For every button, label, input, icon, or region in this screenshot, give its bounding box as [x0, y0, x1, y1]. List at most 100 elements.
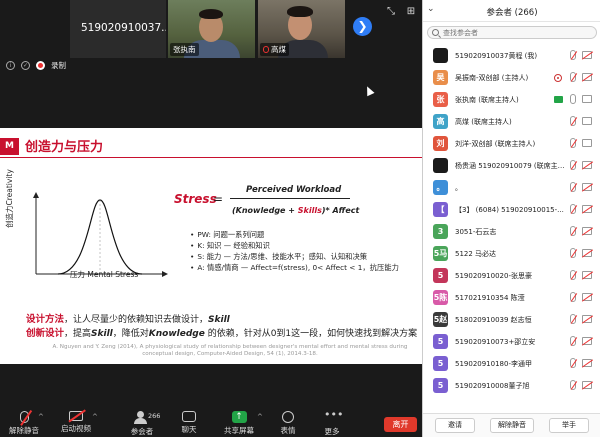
mic-muted-icon[interactable] — [570, 72, 576, 82]
mic-muted-icon[interactable] — [570, 226, 576, 236]
participant-row[interactable]: 【【3】 (6084) 519020910015-... — [423, 199, 600, 221]
mic-muted-icon[interactable] — [570, 358, 576, 368]
title-divider — [0, 157, 422, 158]
tile-speaker-name: 高煤 — [271, 45, 286, 54]
reactions-icon — [282, 411, 294, 423]
avatar: 5马 — [433, 246, 448, 261]
mic-muted-icon[interactable] — [570, 138, 576, 148]
participant-list[interactable]: 519020910037黄程 (我) 吴吴振南-双创部 (主持人) 张张执南 (联席… — [423, 45, 600, 397]
design-method-text: ，让人尽量少的依赖知识去做设计， — [64, 315, 209, 325]
participant-search[interactable] — [427, 26, 597, 39]
security-shield-icon[interactable]: ✓ — [21, 60, 30, 70]
video-off-icon[interactable] — [582, 227, 592, 235]
y-axis-arrow — [33, 192, 39, 198]
participant-tile-video-1[interactable]: 张执南 — [168, 0, 255, 58]
video-off-icon[interactable] — [582, 293, 592, 301]
avatar: 5 — [433, 268, 448, 283]
video-icon[interactable] — [582, 117, 592, 125]
avatar: 。 — [433, 180, 448, 195]
innovation-lead: 创新设计 — [26, 328, 65, 339]
design-method-lead: 设计方法 — [26, 314, 65, 325]
chat-button[interactable]: 聊天 — [167, 411, 211, 435]
participant-name: 杨贵涵 519020910079 (联席主持人) — [455, 162, 567, 170]
video-off-icon[interactable] — [582, 315, 592, 323]
participant-row[interactable]: 张张执南 (联席主持人) — [423, 89, 600, 111]
participant-name: 吴振南-双创部 (主持人) — [455, 74, 529, 82]
participant-row[interactable]: 5 519020910180-李通甲 — [423, 353, 600, 375]
info-icon[interactable]: i — [6, 60, 15, 70]
video-off-icon[interactable] — [582, 337, 592, 345]
participant-row[interactable]: 5 519020910020-张思豪 — [423, 265, 600, 287]
mic-muted-icon[interactable] — [570, 336, 576, 346]
participant-name: 519020910037黄程 (我) — [455, 52, 538, 60]
mic-muted-icon[interactable] — [570, 248, 576, 258]
unmute-all-button[interactable]: 解除静音 — [490, 418, 534, 433]
participant-row[interactable]: 5陈 517021910354 陈滢 — [423, 287, 600, 309]
participant-row[interactable]: 。。 — [423, 177, 600, 199]
avatar: 张 — [433, 92, 448, 107]
chevron-up-icon[interactable]: ^ — [92, 413, 98, 421]
search-input[interactable] — [443, 28, 593, 38]
app-window: 519020910037... 张执南 高煤 ❯ ⤡ ⊞ i ✓ 录制 M 创造… — [0, 0, 600, 437]
video-off-icon[interactable] — [582, 205, 592, 213]
video-off-icon[interactable] — [582, 249, 592, 257]
reactions-button[interactable]: 表情 — [266, 411, 310, 436]
participants-button[interactable]: 266 参会者 — [120, 411, 164, 437]
share-screen-button[interactable]: ↑ 共享屏幕 ^ — [217, 411, 263, 436]
participant-row[interactable]: 吴吴振南-双创部 (主持人) — [423, 67, 600, 89]
video-off-icon[interactable] — [582, 183, 592, 191]
mic-muted-icon[interactable] — [570, 50, 576, 60]
video-off-icon[interactable] — [582, 271, 592, 279]
mic-muted-icon[interactable] — [570, 292, 576, 302]
video-off-icon[interactable] — [582, 381, 592, 389]
mic-muted-icon[interactable] — [570, 380, 576, 390]
mic-muted-icon[interactable] — [570, 182, 576, 192]
curve-y-label: 创造力Creativity — [5, 169, 14, 228]
mic-muted-icon[interactable] — [570, 204, 576, 214]
next-page-button[interactable]: ❯ — [353, 17, 372, 36]
collapse-icon[interactable]: ⤡ — [385, 6, 397, 18]
video-off-icon[interactable] — [582, 73, 592, 81]
more-icon: ••• — [324, 408, 344, 421]
fraction-bar — [230, 198, 350, 199]
participant-row[interactable]: 5 519020910073+邵立安 — [423, 331, 600, 353]
avatar: 5赵 — [433, 312, 448, 327]
chevron-up-icon[interactable]: ^ — [257, 413, 263, 421]
participant-row[interactable]: 杨贵涵 519020910079 (联席主持人) — [423, 155, 600, 177]
invite-button[interactable]: 邀请 — [435, 418, 475, 433]
university-logo: M — [0, 138, 19, 155]
leave-button[interactable]: 离开 — [384, 417, 417, 432]
participant-row[interactable]: 5马 5122 马必达 — [423, 243, 600, 265]
unmute-button[interactable]: 解除静音 ^ — [2, 411, 46, 436]
formula-denominator: (Knowledge + Skills)* Affect — [232, 206, 359, 215]
raise-hand-button[interactable]: 举手 — [549, 418, 589, 433]
video-icon[interactable] — [582, 139, 592, 147]
start-video-button[interactable]: 启动视频 ^ — [54, 411, 98, 434]
mic-muted-icon[interactable] — [570, 116, 576, 126]
participant-row[interactable]: 5 519020910008董子旭 — [423, 375, 600, 397]
participant-row[interactable]: 5赵 518020910039 赵志恒 — [423, 309, 600, 331]
tile-label: 张执南 — [170, 43, 199, 56]
mic-icon[interactable] — [570, 94, 576, 104]
participant-row[interactable]: 高高煤 (联席主持人) — [423, 111, 600, 133]
video-off-icon[interactable] — [582, 161, 592, 169]
participant-name: 3051-石云志 — [455, 228, 497, 236]
video-off-icon[interactable] — [582, 359, 592, 367]
participant-row[interactable]: 刘刘洋-双创部 (联席主持人) — [423, 133, 600, 155]
view-icon[interactable]: ⊞ — [405, 6, 417, 18]
mic-muted-icon[interactable] — [570, 270, 576, 280]
participant-row[interactable]: 519020910037黄程 (我) — [423, 45, 600, 67]
innovation-design-line: 创新设计，提高Skill，降低对Knowledge 的依赖，针对从0到1这一段，… — [26, 325, 417, 339]
more-button[interactable]: ••• 更多 — [310, 408, 354, 437]
mic-muted-icon[interactable] — [570, 314, 576, 324]
video-icon[interactable] — [582, 95, 592, 103]
avatar: 5 — [433, 356, 448, 371]
chevron-up-icon[interactable]: ^ — [38, 413, 44, 421]
participant-tile-name[interactable]: 519020910037... — [70, 0, 166, 58]
avatar: 3 — [433, 224, 448, 239]
participant-tile-video-2[interactable]: 高煤 — [258, 0, 345, 58]
video-off-icon[interactable] — [582, 51, 592, 59]
participant-name: 519020910180-李通甲 — [455, 360, 532, 368]
mic-muted-icon[interactable] — [570, 160, 576, 170]
participant-row[interactable]: 3 3051-石云志 — [423, 221, 600, 243]
